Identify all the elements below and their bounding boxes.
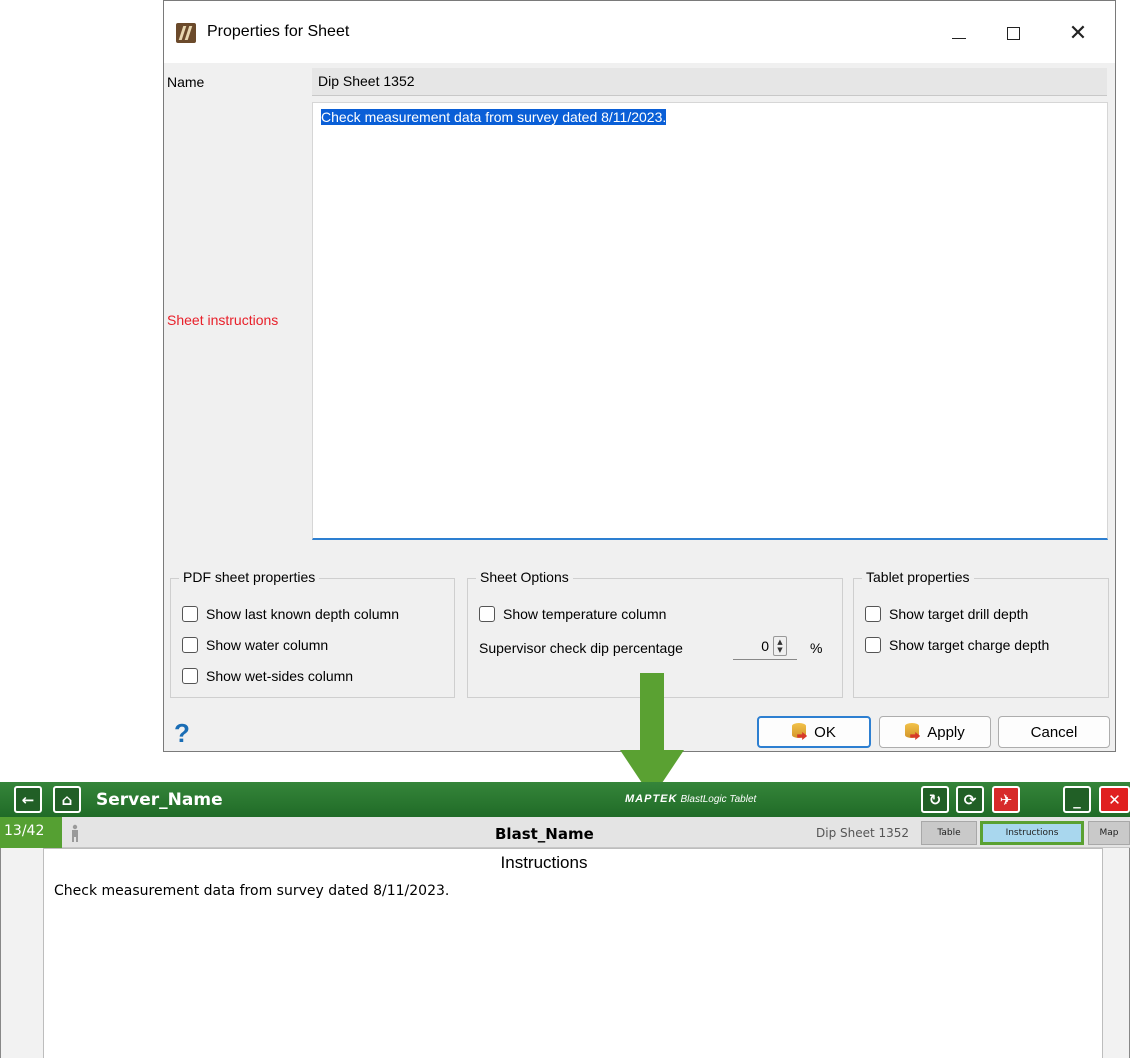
home-icon: ⌂ <box>61 790 73 809</box>
refresh-button[interactable]: ⟳ <box>956 786 984 813</box>
sheet-instructions-label: Sheet instructions <box>167 312 279 328</box>
cancel-button[interactable]: Cancel <box>998 716 1110 748</box>
person-icon <box>72 824 78 842</box>
refresh-icon: ⟳ <box>963 790 977 809</box>
name-label: Name <box>167 74 205 90</box>
sync-button[interactable]: ↻ <box>921 786 949 813</box>
ok-button[interactable]: OK <box>757 716 871 748</box>
apply-button[interactable]: Apply <box>879 716 991 748</box>
checkbox[interactable] <box>865 606 881 622</box>
instructions-title: Instructions <box>500 853 588 872</box>
maximize-icon <box>1006 26 1020 40</box>
back-arrow-icon: ← <box>21 790 35 809</box>
apply-label: Apply <box>927 723 965 741</box>
checkbox-label: Show target drill depth <box>889 606 1029 622</box>
tablet-app: ← ⌂ Server_Name MAPTEK BlastLogic Tablet… <box>0 782 1130 1058</box>
properties-dialog: Properties for Sheet ✕ Name Dip Sheet 13… <box>163 0 1116 752</box>
checkbox[interactable] <box>865 637 881 653</box>
sheet-name: Dip Sheet 1352 <box>816 826 910 840</box>
pdf-sheet-properties-group: PDF sheet properties Show last known dep… <box>170 569 455 698</box>
down-arrow-shaft <box>640 673 664 751</box>
minimize-app-button[interactable]: _ <box>1063 786 1091 813</box>
checkbox[interactable] <box>479 606 495 622</box>
group-title: PDF sheet properties <box>179 569 320 585</box>
sheet-counter: 13/42 <box>0 817 62 848</box>
cancel-label: Cancel <box>1030 723 1078 741</box>
instructions-panel: Instructions Check measurement data from… <box>43 848 1103 1058</box>
name-field[interactable]: Dip Sheet 1352 <box>312 68 1107 96</box>
blast-name: Blast_Name <box>495 825 594 843</box>
percent-unit: % <box>810 640 823 656</box>
right-margin <box>1103 848 1130 1058</box>
tab-instructions[interactable]: Instructions <box>980 821 1084 845</box>
checkbox-label: Show temperature column <box>503 606 667 622</box>
close-button[interactable]: ✕ <box>1056 13 1100 53</box>
show-temperature-column-checkbox[interactable]: Show temperature column <box>479 606 666 622</box>
tablet-topbar: ← ⌂ Server_Name MAPTEK BlastLogic Tablet… <box>0 782 1130 817</box>
show-water-column-checkbox[interactable]: Show water column <box>182 637 328 653</box>
show-target-charge-depth-checkbox[interactable]: Show target charge depth <box>865 637 1049 653</box>
checkbox-label: Show water column <box>206 637 329 653</box>
checkbox-label: Show wet-sides column <box>206 668 354 684</box>
checkbox-label: Show target charge depth <box>889 637 1050 653</box>
sheet-instructions-textarea[interactable]: Check measurement data from survey dated… <box>312 102 1108 540</box>
app-logo-icon <box>176 23 196 43</box>
back-button[interactable]: ← <box>14 786 42 813</box>
checkbox[interactable] <box>182 637 198 653</box>
checkbox[interactable] <box>182 668 198 684</box>
instructions-text: Check measurement data from survey dated… <box>54 883 450 899</box>
database-save-icon <box>905 723 921 741</box>
help-icon[interactable]: ? <box>174 718 190 749</box>
satellite-off-icon: ✈ <box>999 790 1013 809</box>
dialog-titlebar: Properties for Sheet ✕ <box>164 1 1115 63</box>
logo-product: BlastLogic Tablet <box>680 794 757 805</box>
server-name: Server_Name <box>96 790 223 810</box>
minimize-icon <box>952 37 966 39</box>
left-margin <box>0 848 43 1058</box>
tablet-properties-group: Tablet properties Show target drill dept… <box>853 569 1109 698</box>
tab-table[interactable]: Table <box>921 821 977 845</box>
close-icon: ✕ <box>1068 20 1088 46</box>
checkbox[interactable] <box>182 606 198 622</box>
selected-text: Check measurement data from survey dated… <box>321 109 667 125</box>
show-last-known-depth-checkbox[interactable]: Show last known depth column <box>182 606 399 622</box>
close-app-button[interactable]: ✕ <box>1099 786 1130 813</box>
logo-brand: MAPTEK <box>625 793 678 805</box>
database-save-icon <box>792 723 808 741</box>
tab-map[interactable]: Map <box>1088 821 1130 845</box>
gps-status-button[interactable]: ✈ <box>992 786 1020 813</box>
sync-icon: ↻ <box>928 790 942 809</box>
maximize-button[interactable] <box>991 13 1035 53</box>
dialog-title: Properties for Sheet <box>207 23 350 40</box>
minimize-button[interactable] <box>937 13 981 53</box>
tablet-subheader: 13/42 Blast_Name Dip Sheet 1352 Table In… <box>0 817 1130 848</box>
supervisor-check-spinbox[interactable]: 0 ▲ ▼ <box>733 632 797 660</box>
ok-label: OK <box>814 723 836 741</box>
spin-arrows-icon[interactable]: ▲ ▼ <box>773 635 787 656</box>
close-icon: ✕ <box>1108 790 1121 809</box>
supervisor-check-label: Supervisor check dip percentage <box>479 640 683 656</box>
home-button[interactable]: ⌂ <box>53 786 81 813</box>
maptek-logo: MAPTEK BlastLogic Tablet <box>625 793 756 805</box>
group-title: Tablet properties <box>862 569 974 585</box>
spinbox-value: 0 <box>761 637 769 654</box>
minimize-icon: _ <box>1073 790 1081 809</box>
show-wet-sides-column-checkbox[interactable]: Show wet-sides column <box>182 668 353 684</box>
group-title: Sheet Options <box>476 569 573 585</box>
checkbox-label: Show last known depth column <box>206 606 399 622</box>
show-target-drill-depth-checkbox[interactable]: Show target drill depth <box>865 606 1028 622</box>
